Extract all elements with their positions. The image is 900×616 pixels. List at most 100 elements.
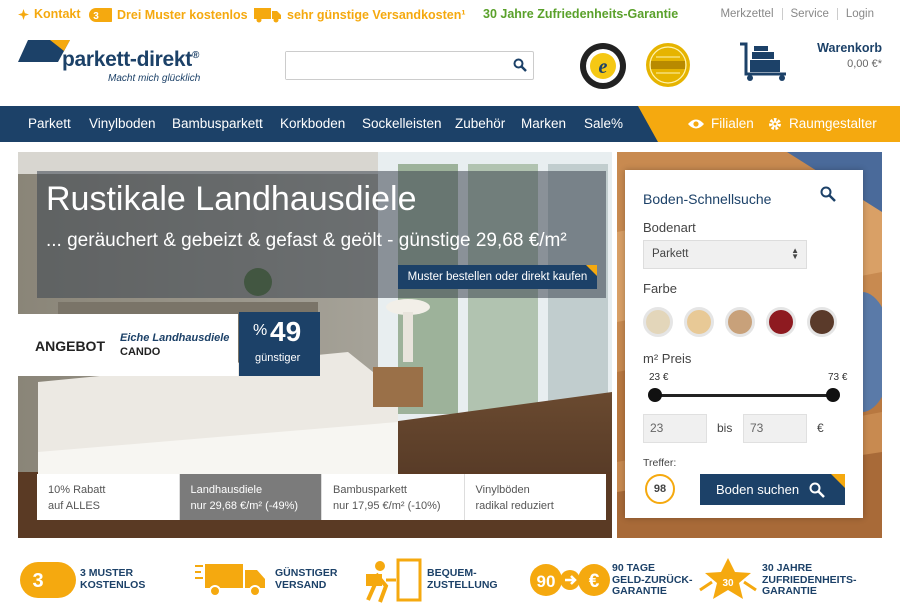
nav-item-marken[interactable]: Marken <box>521 116 566 131</box>
hero-cta-button[interactable]: Muster bestellen oder direkt kaufen <box>398 265 597 289</box>
hero-tab-landhausdiele[interactable]: Landhausdiele nur 29,68 €/m² (-49%) <box>178 474 321 520</box>
muster-link[interactable]: 3 Drei Muster kostenlos <box>87 7 248 23</box>
service-link[interactable]: Service <box>781 8 837 20</box>
hero-tab-rabatt[interactable]: 10% Rabatt auf ALLES <box>37 474 179 520</box>
hero-tab-vinylboeden[interactable]: Vinylböden radikal reduziert <box>463 474 606 520</box>
color-swatch-natur[interactable] <box>684 307 714 337</box>
color-swatch-braun-hell[interactable] <box>725 307 755 337</box>
search-box <box>285 51 534 80</box>
nav-item-zubehoer[interactable]: Zubehör <box>455 116 505 131</box>
login-link[interactable]: Login <box>836 8 882 20</box>
cart-label[interactable]: Warenkorb <box>817 41 882 55</box>
svg-text:e: e <box>599 56 608 78</box>
search-icon <box>809 482 825 498</box>
hero-title: Rustikale Landhausdiele <box>46 180 417 218</box>
price-min-label: 23 € <box>649 372 669 383</box>
feature-zustellung[interactable]: BEQUEM- ZUSTELLUNG <box>360 556 520 604</box>
hero-tab-bambusparkett[interactable]: Bambusparkett nur 17,95 €/m² (-10%) <box>321 474 464 520</box>
main-nav: Parkett Vinylboden Bambusparkett Korkbod… <box>0 106 900 142</box>
bis-label: bis <box>717 421 733 435</box>
treffer-count: 98 <box>645 474 675 504</box>
quick-search-panel: Boden-Schnellsuche Bodenart Parkett ▲ ▼ F… <box>625 170 863 518</box>
svg-text:€: € <box>589 571 600 592</box>
price-min-input[interactable]: 23 <box>643 414 707 443</box>
bodenart-select[interactable]: Parkett ▲ ▼ <box>643 240 807 269</box>
feature-zufriedenheit[interactable]: 30 30 JAHRE ZUFRIEDENHEITS- GARANTIE <box>698 556 888 604</box>
nav-item-bambusparkett[interactable]: Bambusparkett <box>172 116 263 131</box>
garantie-seal-icon[interactable] <box>645 42 691 88</box>
muster-badge-number: 3 <box>93 11 99 22</box>
hero-subtitle: ... geräuchert & gebeizt & gefast & geöl… <box>46 230 567 251</box>
farbe-label: Farbe <box>643 281 677 296</box>
discount-badge: % 49 günstiger <box>239 312 320 376</box>
feature-muster[interactable]: 3 3 MUSTER KOSTENLOS <box>18 556 178 604</box>
money-back-icon: 90 € <box>530 564 610 596</box>
bodenart-label: Bodenart <box>643 220 696 235</box>
top-bar: Kontakt 3 Drei Muster kostenlos sehr gün… <box>0 0 900 30</box>
color-swatch-dunkel[interactable] <box>807 307 837 337</box>
nav-item-raumgestalter[interactable]: Raumgestalter <box>768 116 877 131</box>
cart-icon[interactable] <box>736 40 792 82</box>
nav-item-korkboden[interactable]: Korkboden <box>280 116 345 131</box>
trusted-shops-badge-icon[interactable]: e <box>579 42 627 90</box>
price-slider-track[interactable] <box>655 394 833 397</box>
merkzettel-link[interactable]: Merkzettel <box>712 8 781 20</box>
treffer-label: Treffer: <box>643 457 677 469</box>
svg-text:30: 30 <box>722 578 734 589</box>
gear-icon <box>769 117 781 130</box>
price-slider-max-handle[interactable] <box>826 388 840 402</box>
three-badge-icon: 3 <box>89 8 112 22</box>
offer-label: ANGEBOT <box>35 338 105 354</box>
three-samples-icon: 3 <box>20 562 76 598</box>
delivery-person-icon <box>366 558 422 603</box>
offer-product-name: CANDO <box>120 346 161 358</box>
discount-label: günstiger <box>255 352 301 364</box>
feature-geld-zurueck[interactable]: 90 € 90 TAGE GELD-ZURÜCK- GARANTIE <box>530 556 700 604</box>
search-input[interactable] <box>286 52 501 79</box>
color-swatch-rot[interactable] <box>766 307 796 337</box>
feature-versand[interactable]: GÜNSTIGER VERSAND <box>195 556 355 604</box>
kontakt-label: Kontakt <box>34 7 81 21</box>
offer-box[interactable]: ANGEBOT Eiche Landhausdiele CANDO <box>18 314 238 376</box>
bodenart-value: Parkett <box>652 248 689 260</box>
price-max-label: 73 € <box>828 372 848 383</box>
price-max-input[interactable]: 73 <box>743 414 807 443</box>
price-slider-min-handle[interactable] <box>648 388 662 402</box>
nav-item-parkett[interactable]: Parkett <box>28 116 71 131</box>
top-links: Merkzettel Service Login <box>712 8 882 20</box>
nav-item-filialen[interactable]: Filialen <box>688 116 754 131</box>
hero-banner[interactable]: Rustikale Landhausdiele ... geräuchert &… <box>18 152 612 538</box>
cart-value: 0,00 €* <box>847 58 882 70</box>
svg-text:90: 90 <box>537 572 556 591</box>
raumgestalter-label: Raumgestalter <box>789 116 877 131</box>
eye-icon <box>688 119 704 128</box>
muster-label: Drei Muster kostenlos <box>117 8 248 22</box>
boden-suchen-label: Boden suchen <box>716 482 800 497</box>
discount-percent-sign: % <box>253 322 268 339</box>
nav-item-vinylboden[interactable]: Vinylboden <box>89 116 156 131</box>
header: parkett-direkt® Macht mich glücklich e W… <box>0 30 900 106</box>
logo-tagline: Macht mich glücklich <box>108 73 201 84</box>
nav-item-sockelleisten[interactable]: Sockelleisten <box>362 116 442 131</box>
nav-item-sale[interactable]: Sale% <box>584 116 623 131</box>
hero-tabs: 10% Rabatt auf ALLES Landhausdiele nur 29,… <box>37 474 606 520</box>
search-icon[interactable] <box>513 58 527 72</box>
envelope-icon <box>18 8 29 20</box>
versand-link[interactable]: sehr günstige Versandkosten¹ <box>254 7 466 23</box>
offer-product: Eiche Landhausdiele <box>120 332 230 344</box>
truck-icon <box>195 564 265 597</box>
boden-suchen-button[interactable]: Boden suchen <box>700 474 845 505</box>
logo-name: parkett-direkt® <box>62 48 200 71</box>
discount-value: 49 <box>270 316 302 347</box>
svg-text:3: 3 <box>32 570 43 592</box>
star-badge-icon: 30 <box>699 558 757 599</box>
filialen-label: Filialen <box>711 116 754 131</box>
versand-label: sehr günstige Versandkosten¹ <box>287 8 466 22</box>
select-arrows-icon: ▲ ▼ <box>791 246 799 261</box>
truck-icon <box>254 8 281 23</box>
nav-highlight: Filialen Raumgestalter <box>638 106 900 142</box>
search-icon <box>820 186 836 202</box>
kontakt-link[interactable]: Kontakt <box>18 7 81 21</box>
color-swatch-beige[interactable] <box>643 307 673 337</box>
garantie-label[interactable]: 30 Jahre Zufriedenheits-Garantie <box>483 7 678 21</box>
